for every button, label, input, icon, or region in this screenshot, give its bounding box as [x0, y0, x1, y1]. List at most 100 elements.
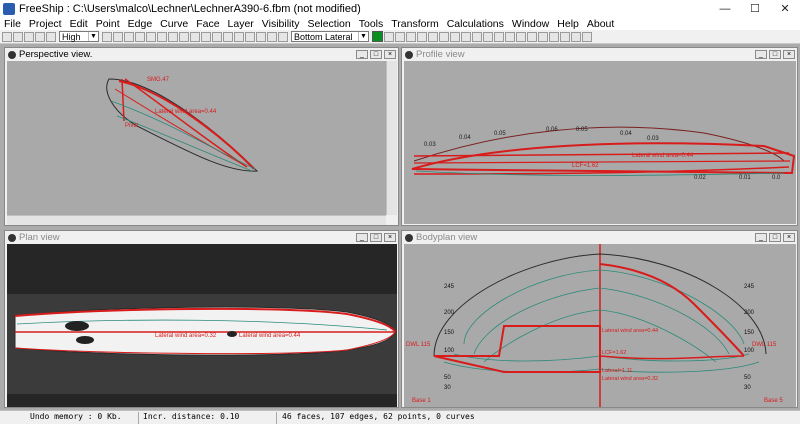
layer-properties-icon[interactable]: [245, 31, 255, 42]
waterlines-icon[interactable]: [168, 31, 178, 42]
hydrostatics-icon[interactable]: [190, 31, 200, 42]
perspective-horizontal-scrollbar[interactable]: [7, 215, 386, 225]
bodyplan-label: LCF=1.62: [602, 350, 626, 356]
menu-edge[interactable]: Edge: [124, 18, 157, 30]
delete-layer-icon[interactable]: [267, 31, 277, 42]
bodyplan-hull-drawing: 245 200 150 100 50 30 245 200 150 100 50…: [406, 244, 783, 407]
view-minimize-button[interactable]: _: [356, 233, 368, 242]
perspective-view-titlebar[interactable]: Perspective view. _ □ ×: [5, 48, 398, 61]
collapse-edge-icon[interactable]: [417, 31, 427, 42]
layer-colors-icon[interactable]: [278, 31, 288, 42]
intersect-icon[interactable]: [505, 31, 515, 42]
save-icon[interactable]: [24, 31, 34, 42]
import-icon[interactable]: [35, 31, 45, 42]
perspective-label: SMG.47: [147, 77, 170, 83]
view-close-button[interactable]: ×: [783, 233, 795, 242]
mdi-workspace: Perspective view. _ □ × SMG.47 Lateral w…: [0, 44, 800, 410]
view-minimize-button[interactable]: _: [356, 50, 368, 59]
menu-point[interactable]: Point: [92, 18, 124, 30]
control-net-icon[interactable]: [124, 31, 134, 42]
add-point-icon[interactable]: [384, 31, 394, 42]
bodyplan-scale-left: 245: [444, 284, 455, 290]
view-minimize-button[interactable]: _: [755, 233, 767, 242]
flip-face-icon[interactable]: [450, 31, 460, 42]
menu-project[interactable]: Project: [25, 18, 66, 30]
menu-file[interactable]: File: [0, 18, 25, 30]
menu-visibility[interactable]: Visibility: [258, 18, 304, 30]
menu-curve[interactable]: Curve: [156, 18, 192, 30]
design-hydrostatics-icon[interactable]: [582, 31, 592, 42]
profile-label: 0.06: [546, 127, 558, 133]
new-edge-icon[interactable]: [395, 31, 405, 42]
menu-calculations[interactable]: Calculations: [443, 18, 508, 30]
plan-view-titlebar[interactable]: Plan view _ □ ×: [5, 231, 398, 244]
new-curve-icon[interactable]: [483, 31, 493, 42]
menu-about[interactable]: About: [583, 18, 618, 30]
shade-icon[interactable]: [102, 31, 112, 42]
precision-select[interactable]: High ▼: [59, 31, 99, 42]
chevron-down-icon: ▼: [88, 32, 98, 41]
view-close-button[interactable]: ×: [783, 50, 795, 59]
stations-icon[interactable]: [146, 31, 156, 42]
dwl-label-right: DWL 115: [752, 342, 777, 348]
minimize-button[interactable]: —: [710, 3, 740, 15]
status-divider: [276, 412, 277, 424]
bodyplan-label: Lateral wind area=0.44: [602, 328, 658, 334]
menu-selection[interactable]: Selection: [304, 18, 355, 30]
menu-face[interactable]: Face: [192, 18, 223, 30]
fairing-icon[interactable]: [571, 31, 581, 42]
perspective-label: Pivot: [125, 123, 139, 129]
lock-point-icon[interactable]: [461, 31, 471, 42]
crease-icon[interactable]: [428, 31, 438, 42]
markers-icon[interactable]: [212, 31, 222, 42]
view-maximize-button[interactable]: □: [769, 233, 781, 242]
menu-window[interactable]: Window: [508, 18, 553, 30]
export-icon[interactable]: [46, 31, 56, 42]
move-icon[interactable]: [560, 31, 570, 42]
rotate-icon[interactable]: [538, 31, 548, 42]
view-close-button[interactable]: ×: [384, 233, 396, 242]
check-model-icon[interactable]: [494, 31, 504, 42]
menu-tools[interactable]: Tools: [355, 18, 388, 30]
interior-edges-icon[interactable]: [135, 31, 145, 42]
flowlines-icon[interactable]: [201, 31, 211, 42]
curvature-icon[interactable]: [113, 31, 123, 42]
close-button[interactable]: ✕: [770, 2, 800, 15]
bodyplan-view-window: Bodyplan view _ □ × 245 200 150 100 50 3…: [401, 230, 798, 408]
new-face-icon[interactable]: [439, 31, 449, 42]
plan-view-title: Plan view: [19, 232, 60, 243]
buttocks-icon[interactable]: [157, 31, 167, 42]
new-layer-icon[interactable]: [256, 31, 266, 42]
layer-select[interactable]: Bottom Lateral ▼: [291, 31, 369, 42]
new-file-icon[interactable]: [2, 31, 12, 42]
menu-layer[interactable]: Layer: [224, 18, 258, 30]
view-close-button[interactable]: ×: [384, 50, 396, 59]
scale-icon[interactable]: [549, 31, 559, 42]
menu-edit[interactable]: Edit: [66, 18, 92, 30]
extrude-icon[interactable]: [516, 31, 526, 42]
mirror-icon[interactable]: [527, 31, 537, 42]
layer-color-button[interactable]: [372, 31, 383, 42]
plan-canvas[interactable]: Lateral wind area=0.32 Lateral wind area…: [7, 244, 397, 407]
perspective-canvas[interactable]: SMG.47 Lateral wind area=0.44 Pivot: [7, 61, 386, 215]
background-image-icon[interactable]: [223, 31, 233, 42]
profile-canvas[interactable]: 0.03 0.04 0.05 0.06 0.05 0.04 0.03 0.02 …: [404, 61, 796, 224]
diagonals-icon[interactable]: [179, 31, 189, 42]
profile-label: 0.03: [424, 142, 436, 148]
bodyplan-view-titlebar[interactable]: Bodyplan view _ □ ×: [402, 231, 797, 244]
view-maximize-button[interactable]: □: [370, 233, 382, 242]
profile-view-titlebar[interactable]: Profile view _ □ ×: [402, 48, 797, 61]
menu-transform[interactable]: Transform: [387, 18, 442, 30]
perspective-vertical-scrollbar[interactable]: [386, 61, 397, 215]
menu-help[interactable]: Help: [553, 18, 583, 30]
open-file-icon[interactable]: [13, 31, 23, 42]
normals-icon[interactable]: [234, 31, 244, 42]
bodyplan-canvas[interactable]: 245 200 150 100 50 30 245 200 150 100 50…: [404, 244, 796, 407]
unlock-point-icon[interactable]: [472, 31, 482, 42]
view-maximize-button[interactable]: □: [370, 50, 382, 59]
bodyplan-scale-right: 30: [744, 385, 751, 391]
view-maximize-button[interactable]: □: [769, 50, 781, 59]
view-minimize-button[interactable]: _: [755, 50, 767, 59]
maximize-button[interactable]: ☐: [740, 2, 770, 15]
split-edge-icon[interactable]: [406, 31, 416, 42]
